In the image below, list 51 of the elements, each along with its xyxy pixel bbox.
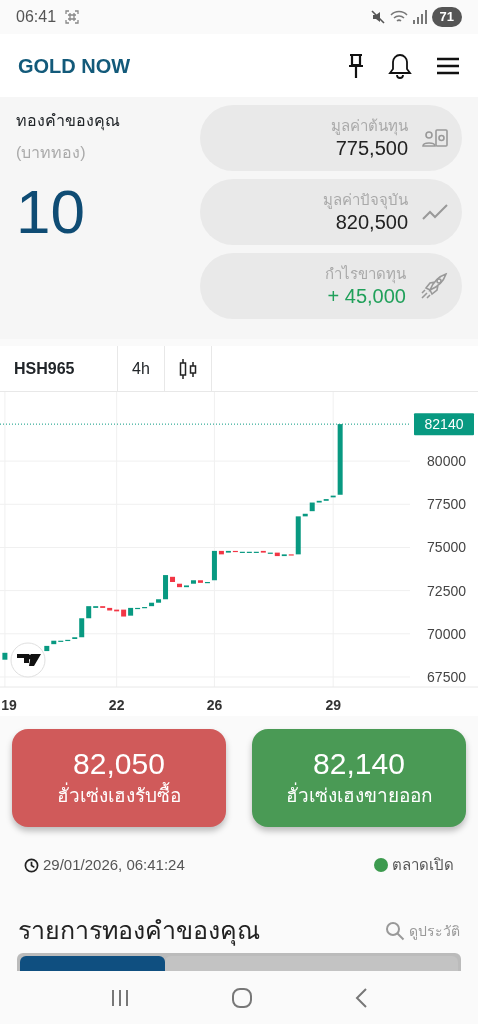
candle xyxy=(177,583,182,588)
pin-icon[interactable] xyxy=(348,52,364,79)
home-icon[interactable] xyxy=(231,987,253,1009)
axis-label: 29 xyxy=(325,697,341,713)
axis-label: 67500 xyxy=(427,669,466,685)
recents-icon[interactable] xyxy=(110,989,131,1007)
axis-label: 77500 xyxy=(427,496,466,513)
holding-amount: 10 xyxy=(16,181,86,243)
axis-label: 26 xyxy=(206,697,223,713)
buy-price-button[interactable]: 82,050 ฮั่วเซ่งเฮงรับซื้อ xyxy=(12,729,226,827)
candlestick-icon xyxy=(178,356,197,381)
bell-icon[interactable] xyxy=(388,52,412,79)
candle xyxy=(184,585,189,588)
axis-label: 75000 xyxy=(427,539,466,556)
market-status: ตลาดเปิด xyxy=(392,854,454,875)
status-time: 06:41 xyxy=(16,7,57,27)
rocket-icon xyxy=(420,272,448,300)
stat-label: มูลค่าต้นทุน xyxy=(330,116,408,136)
price-label: 82140 xyxy=(414,413,474,436)
section-title: รายการทองคำของคุณ xyxy=(18,915,260,948)
sell-price-button[interactable]: 82,140 ฮั่วเซ่งเฮงขายออก xyxy=(252,729,466,827)
search-icon xyxy=(385,921,405,941)
axis-label: 80000 xyxy=(427,453,466,470)
stat-value: 820,500 xyxy=(334,210,408,234)
interval-button[interactable]: 4h xyxy=(118,346,165,391)
stat-value: + 45,000 xyxy=(326,284,406,308)
menu-icon[interactable] xyxy=(436,55,460,76)
person-card-icon xyxy=(422,127,448,149)
tradingview-logo xyxy=(10,642,46,678)
axis-label: 19 xyxy=(1,697,17,713)
signal-icon xyxy=(411,10,428,24)
stat-label: กำไรขาดทุน xyxy=(324,264,406,284)
wifi-icon xyxy=(389,9,408,25)
axis-label: 22 xyxy=(108,697,125,713)
screenshot-icon xyxy=(64,9,81,25)
axis-label: 70000 xyxy=(427,625,466,642)
trend-icon xyxy=(422,203,448,221)
update-timestamp: 29/01/2026, 06:41:24 xyxy=(43,854,185,875)
back-icon[interactable] xyxy=(353,987,368,1009)
holdings-label: ทองคำของคุณ xyxy=(16,111,121,133)
axis-label: 72500 xyxy=(427,582,466,599)
history-link[interactable]: ดูประวัติ xyxy=(385,920,460,942)
symbol-button[interactable]: HSH965 xyxy=(0,346,118,391)
candle xyxy=(2,652,8,660)
stat-label: มูลค่าปัจจุบัน xyxy=(322,190,408,210)
app-title: GOLD NOW xyxy=(18,53,131,79)
battery-level: 71 xyxy=(431,7,462,27)
mute-icon xyxy=(369,9,386,25)
stat-value: 775,500 xyxy=(334,136,408,160)
clock-icon xyxy=(24,857,39,873)
unit-label: (บาททอง) xyxy=(16,143,87,163)
